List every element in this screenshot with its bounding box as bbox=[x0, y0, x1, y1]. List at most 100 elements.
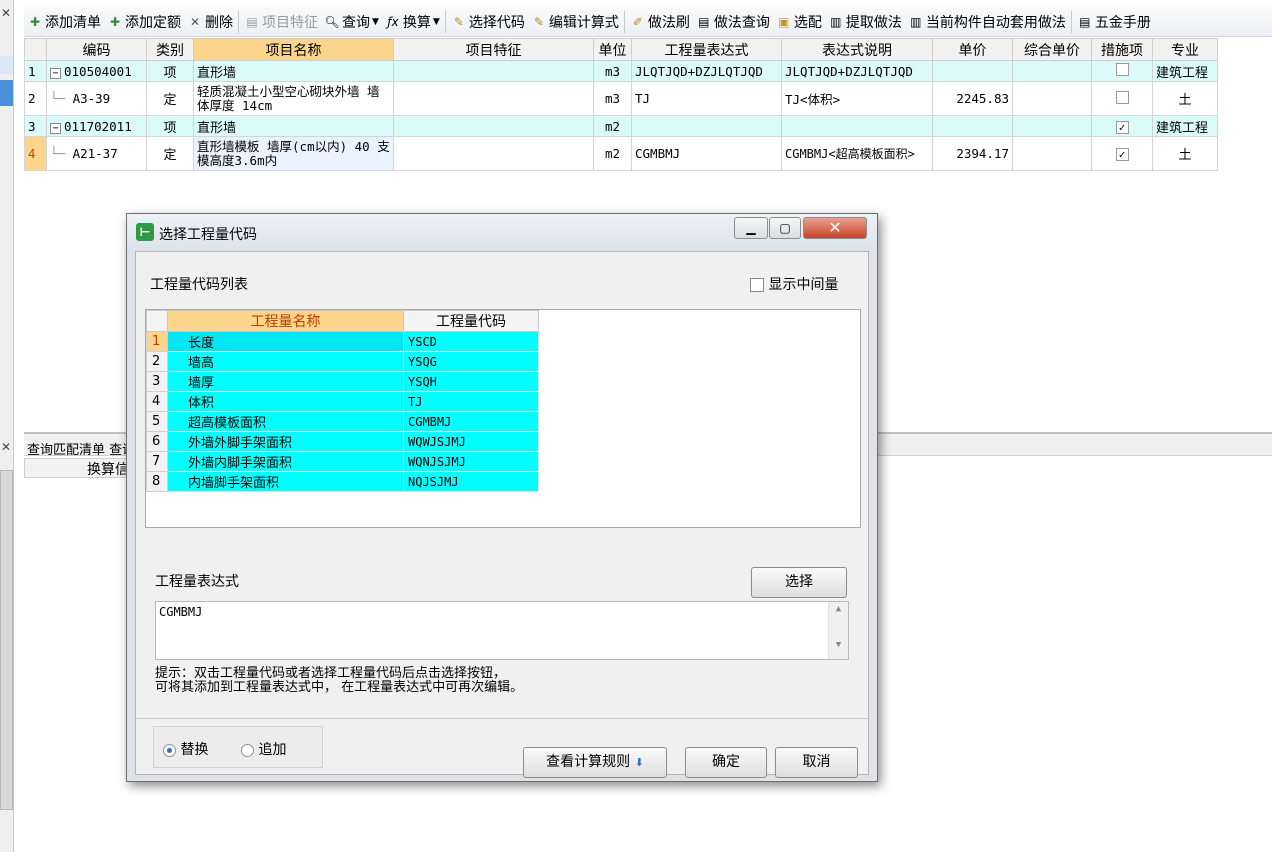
quantity-name[interactable]: 墙厚 bbox=[167, 371, 404, 392]
table-row[interactable]: 4 └─ A21-37 定 直形墙模板 墙厚(cm以内) 40 支模高度3.6m… bbox=[24, 136, 1218, 171]
table-row[interactable]: 3 −011702011 项 直形墙 m2 ✓ 建筑工程 bbox=[24, 115, 1218, 137]
col-header-name[interactable]: 项目名称 bbox=[193, 38, 394, 61]
list-item[interactable]: 5 超高模板面积 CGMBMJ bbox=[146, 411, 539, 432]
add-quota-button[interactable]: ✚ 添加定额 bbox=[104, 9, 184, 35]
select-code-button[interactable]: ✎ 选择代码 bbox=[448, 9, 528, 35]
code-cell[interactable]: −010504001 bbox=[46, 60, 147, 82]
table-row[interactable]: 2 └─ A3-39 定 轻质混凝土小型空心砌块外墙 墙体厚度 14cm m3 … bbox=[24, 81, 1218, 116]
view-rules-button[interactable]: 查看计算规则 ⬇ bbox=[523, 747, 667, 778]
method-brush-button[interactable]: ✐ 做法刷 bbox=[627, 9, 693, 35]
unit-cell[interactable]: m3 bbox=[593, 81, 632, 116]
measure-checkbox[interactable] bbox=[1115, 90, 1129, 104]
price-cell[interactable] bbox=[932, 115, 1013, 137]
table-row[interactable]: 1 −010504001 项 直形墙 m3 JLQTJQD+DZJLQTJQD … bbox=[24, 60, 1218, 82]
total-cell[interactable] bbox=[1012, 60, 1092, 82]
measure-cell[interactable]: ✓ bbox=[1091, 115, 1153, 137]
col-header-price[interactable]: 单价 bbox=[932, 38, 1013, 61]
quantity-code[interactable]: WQWJSJMJ bbox=[403, 431, 539, 452]
total-cell[interactable] bbox=[1012, 136, 1092, 171]
quantity-name[interactable]: 长度 bbox=[167, 331, 404, 352]
col-header-major[interactable]: 专业 bbox=[1152, 38, 1218, 61]
close-button[interactable]: ✕ bbox=[803, 217, 867, 239]
collapse-icon[interactable]: − bbox=[50, 122, 61, 134]
expr-cell[interactable]: JLQTJQD+DZJLQTJQD bbox=[631, 60, 782, 82]
close-icon[interactable]: ✕ bbox=[1, 6, 11, 20]
code-cell[interactable]: └─ A3-39 bbox=[46, 81, 147, 116]
major-cell[interactable]: 土 bbox=[1152, 81, 1218, 116]
feature-cell[interactable] bbox=[393, 136, 594, 171]
col-header-quantity-code[interactable]: 工程量代码 bbox=[403, 310, 539, 332]
method-search-button[interactable]: ▤ 做法查询 bbox=[693, 9, 773, 35]
select-button[interactable]: 选择 bbox=[751, 567, 847, 598]
measure-checkbox[interactable]: ✓ bbox=[1115, 120, 1129, 134]
code-cell[interactable]: −011702011 bbox=[46, 115, 147, 137]
list-item[interactable]: 3 墙厚 YSQH bbox=[146, 371, 539, 392]
unit-cell[interactable]: m3 bbox=[593, 60, 632, 82]
add-list-button[interactable]: ✚ 添加清单 bbox=[24, 9, 104, 35]
quantity-name[interactable]: 超高模板面积 bbox=[167, 411, 404, 432]
col-header-total[interactable]: 综合单价 bbox=[1012, 38, 1092, 61]
desc-cell[interactable]: TJ<体积> bbox=[781, 81, 933, 116]
expr-cell[interactable] bbox=[631, 115, 782, 137]
ok-button[interactable]: 确定 bbox=[685, 747, 767, 778]
delete-button[interactable]: ✕ 删除 bbox=[184, 9, 236, 35]
lower-tab-label[interactable]: 查询匹配清单 查询 bbox=[27, 443, 135, 458]
close-icon[interactable]: ✕ bbox=[1, 440, 11, 454]
total-cell[interactable] bbox=[1012, 115, 1092, 137]
measure-cell[interactable] bbox=[1091, 60, 1153, 82]
list-item[interactable]: 6 外墙外脚手架面积 WQWJSJMJ bbox=[146, 431, 539, 452]
desc-cell[interactable]: JLQTJQD+DZJLQTJQD bbox=[781, 60, 933, 82]
quantity-code[interactable]: YSQH bbox=[403, 371, 539, 392]
col-header-unit[interactable]: 单位 bbox=[593, 38, 632, 61]
left-panel-selected-item[interactable] bbox=[0, 80, 13, 106]
measure-cell[interactable] bbox=[1091, 81, 1153, 116]
quantity-name[interactable]: 内墙脚手架面积 bbox=[167, 471, 404, 492]
quantity-name[interactable]: 外墙外脚手架面积 bbox=[167, 431, 404, 452]
col-header-desc[interactable]: 表达式说明 bbox=[781, 38, 933, 61]
expression-textarea[interactable]: CGMBMJ ▲ ▼ bbox=[155, 601, 849, 660]
list-item[interactable]: 1 长度 YSCD bbox=[146, 331, 539, 352]
col-header-feature[interactable]: 项目特征 bbox=[393, 38, 594, 61]
quantity-code[interactable]: NQJSJMJ bbox=[403, 471, 539, 492]
expression-scrollbar[interactable]: ▲ ▼ bbox=[828, 602, 848, 659]
desc-cell[interactable] bbox=[781, 115, 933, 137]
collapse-icon[interactable]: − bbox=[50, 67, 61, 79]
name-cell[interactable]: 直形墙模板 墙厚(cm以内) 40 支模高度3.6m内 bbox=[193, 136, 394, 171]
major-cell[interactable]: 建筑工程 bbox=[1152, 60, 1218, 82]
dialog-titlebar[interactable]: ⊢ 选择工程量代码 ▁ ▢ ✕ bbox=[127, 214, 877, 250]
scroll-up-icon[interactable]: ▲ bbox=[829, 604, 848, 614]
maximize-button[interactable]: ▢ bbox=[769, 217, 801, 239]
measure-cell[interactable]: ✓ bbox=[1091, 136, 1153, 171]
name-cell[interactable]: 直形墙 bbox=[193, 60, 394, 82]
list-item[interactable]: 2 墙高 YSQG bbox=[146, 351, 539, 372]
type-cell[interactable]: 项 bbox=[146, 60, 194, 82]
minimize-button[interactable]: ▁ bbox=[734, 217, 768, 239]
unit-cell[interactable]: m2 bbox=[593, 136, 632, 171]
unit-cell[interactable]: m2 bbox=[593, 115, 632, 137]
col-header-code[interactable]: 编码 bbox=[46, 38, 147, 61]
major-cell[interactable]: 土 bbox=[1152, 136, 1218, 171]
col-header-expr[interactable]: 工程量表达式 bbox=[631, 38, 782, 61]
name-cell[interactable]: 轻质混凝土小型空心砌块外墙 墙体厚度 14cm bbox=[193, 81, 394, 116]
left-panel-item[interactable] bbox=[0, 56, 13, 74]
replace-radio[interactable]: 替换 bbox=[163, 739, 208, 759]
col-header-type[interactable]: 类别 bbox=[146, 38, 194, 61]
cancel-button[interactable]: 取消 bbox=[775, 747, 858, 778]
feature-cell[interactable] bbox=[393, 60, 594, 82]
scroll-down-icon[interactable]: ▼ bbox=[829, 640, 848, 650]
col-header-quantity-name[interactable]: 工程量名称 bbox=[167, 310, 404, 332]
search-button[interactable]: 🔍︎ 查询 ▼ bbox=[321, 9, 382, 35]
price-cell[interactable]: 2245.83 bbox=[932, 81, 1013, 116]
type-cell[interactable]: 定 bbox=[146, 136, 194, 171]
quantity-code[interactable]: TJ bbox=[403, 391, 539, 412]
show-intermediate-checkbox[interactable]: 显示中间量 bbox=[750, 274, 838, 294]
name-cell[interactable]: 直形墙 bbox=[193, 115, 394, 137]
major-cell[interactable]: 建筑工程 bbox=[1152, 115, 1218, 137]
quantity-code[interactable]: CGMBMJ bbox=[403, 411, 539, 432]
price-cell[interactable] bbox=[932, 60, 1013, 82]
row-number[interactable]: 4 bbox=[24, 136, 47, 171]
row-number[interactable]: 1 bbox=[24, 60, 47, 82]
row-number[interactable]: 2 bbox=[24, 81, 47, 116]
item-feature-button[interactable]: ▤ 项目特征 bbox=[241, 9, 321, 35]
type-cell[interactable]: 定 bbox=[146, 81, 194, 116]
